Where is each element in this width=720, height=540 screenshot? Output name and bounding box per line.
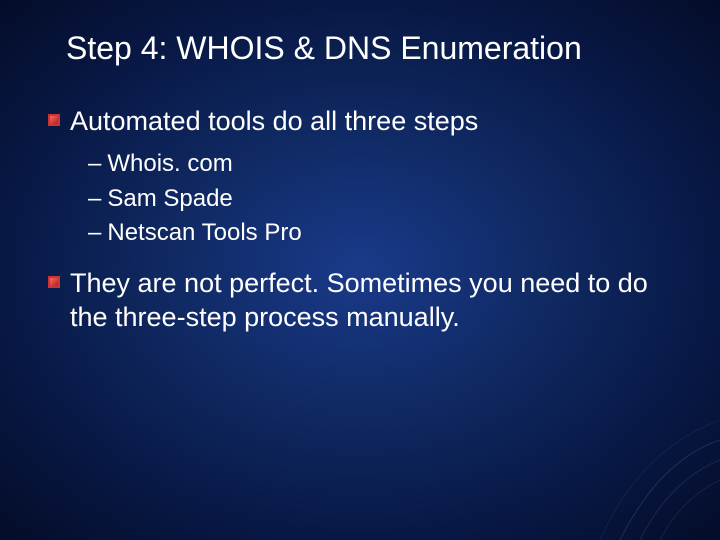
sub-list: – Whois. com – Sam Spade – Netscan Tools… (88, 147, 672, 251)
dash-icon: – (88, 182, 101, 217)
slide-title: Step 4: WHOIS & DNS Enumeration (48, 30, 672, 67)
dash-icon: – (88, 147, 101, 182)
dash-icon: – (88, 216, 101, 251)
sub-item-text: Whois. com (107, 147, 232, 182)
bullet-item: Automated tools do all three steps (48, 105, 672, 139)
sub-item: – Whois. com (88, 147, 672, 182)
bullet-icon (48, 276, 60, 288)
bullet-text: They are not perfect. Sometimes you need… (70, 267, 672, 335)
bullet-item: They are not perfect. Sometimes you need… (48, 267, 672, 335)
sub-item: – Sam Spade (88, 182, 672, 217)
bullet-text: Automated tools do all three steps (70, 105, 478, 139)
bullet-icon (48, 114, 60, 126)
sub-item-text: Sam Spade (107, 182, 232, 217)
slide-content: Automated tools do all three steps – Who… (48, 105, 672, 335)
sub-item: – Netscan Tools Pro (88, 216, 672, 251)
slide-container: Step 4: WHOIS & DNS Enumeration Automate… (0, 0, 720, 540)
sub-item-text: Netscan Tools Pro (107, 216, 301, 251)
